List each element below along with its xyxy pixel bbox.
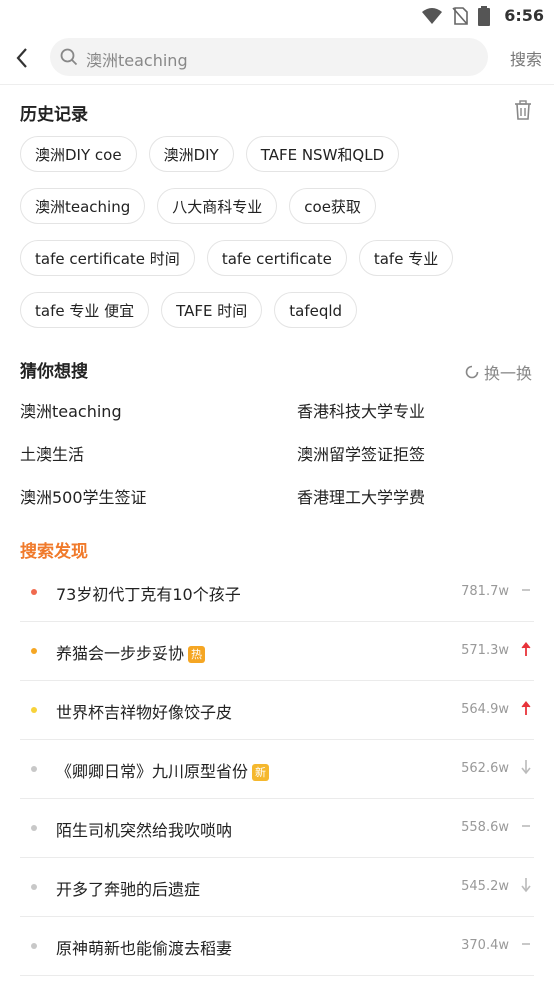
history-tag[interactable]: tafe certificate <box>206 240 347 276</box>
guess-title: 猜你想搜 <box>20 362 88 382</box>
trend-item[interactable]: 世界杯吉祥物好像饺子皮 564.9w <box>20 681 534 740</box>
trend-text: 开多了奔驰的后遗症 <box>56 880 201 899</box>
heat-count: 781.7w <box>461 584 509 599</box>
history-tag[interactable]: tafe certificate 时间 <box>20 240 195 276</box>
guess-item[interactable]: 土澳生活 <box>20 441 297 464</box>
guess-item[interactable]: 澳洲留学签证拒签 <box>297 441 540 464</box>
trash-icon <box>515 100 531 120</box>
heat-count: 558.6w <box>461 820 509 835</box>
history-tag[interactable]: coe获取 <box>289 188 376 224</box>
rank-dot <box>31 648 37 654</box>
history-tag[interactable]: 澳洲DIY coe <box>20 136 137 172</box>
trend-item[interactable]: 开多了奔驰的后遗症 545.2w <box>20 858 534 917</box>
trend-text: 陌生司机突然给我吹唢呐 <box>56 821 233 840</box>
search-header: 澳洲teaching 搜索 <box>0 34 554 82</box>
refresh-button[interactable]: 换一换 <box>464 360 532 384</box>
history-tag[interactable]: tafeqld <box>274 292 358 328</box>
history-tag[interactable]: 八大商科专业 <box>157 188 278 224</box>
trend-item[interactable]: 原神萌新也能偷渡去稻妻 370.4w <box>20 917 534 976</box>
trend-text-wrap: 陌生司机突然给我吹唢呐 <box>56 817 232 841</box>
trend-item[interactable]: 73岁初代丁克有10个孩子 781.7w <box>20 563 534 622</box>
search-icon <box>60 48 78 66</box>
history-tag[interactable]: 澳洲DIY <box>148 136 234 172</box>
search-button[interactable]: 搜索 <box>510 46 542 70</box>
search-input[interactable]: 澳洲teaching <box>50 38 488 76</box>
trend-up-icon <box>521 701 531 715</box>
trend-text: 《卿卿日常》九川原型省份 <box>56 762 249 781</box>
rank-dot <box>31 589 37 595</box>
trend-item[interactable]: 养猫会一步步妥协热 571.3w <box>20 622 534 681</box>
trend-flat-icon <box>522 825 530 827</box>
status-icons <box>422 6 490 26</box>
trend-up-icon <box>521 642 531 656</box>
history-tag[interactable]: 澳洲teaching <box>20 188 146 224</box>
rank-dot <box>31 825 37 831</box>
trend-down-icon <box>521 878 531 893</box>
history-row: tafe certificate 时间 tafe certificate taf… <box>20 240 540 276</box>
guess-list: 澳洲teaching 香港科技大学专业 土澳生活 澳洲留学签证拒签 澳洲500学… <box>20 398 540 507</box>
rank-dot <box>31 766 37 772</box>
guess-item[interactable]: 澳洲500学生签证 <box>20 484 297 507</box>
status-time: 6:56 <box>504 6 544 25</box>
trend-text: 73岁初代丁克有10个孩子 <box>56 585 241 604</box>
wifi-icon <box>422 8 442 24</box>
trend-down-icon <box>521 760 531 775</box>
new-badge: 新 <box>252 764 270 781</box>
heat-count: 571.3w <box>461 643 509 658</box>
refresh-icon <box>465 365 479 379</box>
trend-text-wrap: 开多了奔驰的后遗症 <box>56 876 200 900</box>
trend-text-wrap: 世界杯吉祥物好像饺子皮 <box>56 699 232 723</box>
hot-badge: 热 <box>188 646 206 663</box>
trend-text: 世界杯吉祥物好像饺子皮 <box>56 703 233 722</box>
trend-text-wrap: 73岁初代丁克有10个孩子 <box>56 581 241 605</box>
history-tag[interactable]: TAFE 时间 <box>161 292 263 328</box>
history-tag[interactable]: tafe 专业 <box>358 240 454 276</box>
heat-count: 564.9w <box>461 702 509 717</box>
status-bar: 6:56 <box>0 0 554 32</box>
back-button[interactable] <box>12 44 34 72</box>
history-tags: 澳洲DIY coe 澳洲DIY TAFE NSW和QLD 澳洲teaching … <box>20 136 540 344</box>
trend-text-wrap: 《卿卿日常》九川原型省份新 <box>56 758 270 782</box>
history-row: tafe 专业 便宜 TAFE 时间 tafeqld <box>20 292 540 328</box>
trend-flat-icon <box>522 943 530 945</box>
guess-item[interactable]: 澳洲teaching <box>20 398 297 421</box>
battery-icon <box>478 6 490 26</box>
history-row: 澳洲DIY coe 澳洲DIY TAFE NSW和QLD <box>20 136 540 172</box>
history-row: 澳洲teaching 八大商科专业 coe获取 <box>20 188 540 224</box>
trend-item[interactable]: 《卿卿日常》九川原型省份新 562.6w <box>20 740 534 799</box>
refresh-label: 换一换 <box>483 364 532 383</box>
search-query: 澳洲teaching <box>86 51 188 70</box>
trend-flat-icon <box>522 589 530 591</box>
rank-dot <box>31 943 37 949</box>
trend-item[interactable]: 陌生司机突然给我吹唢呐 558.6w <box>20 799 534 858</box>
rank-dot <box>31 707 37 713</box>
rank-dot <box>31 884 37 890</box>
trend-list: 73岁初代丁克有10个孩子 781.7w 养猫会一步步妥协热 571.3w 世界杯吉祥物… <box>20 563 534 976</box>
guess-item[interactable]: 香港理工大学学费 <box>297 484 540 507</box>
heat-count: 370.4w <box>461 938 509 953</box>
discover-title: 搜索发现 <box>20 542 88 562</box>
history-tag[interactable]: TAFE NSW和QLD <box>245 136 400 172</box>
header-divider <box>0 84 554 85</box>
back-arrow-icon <box>16 48 27 68</box>
history-tag[interactable]: tafe 专业 便宜 <box>20 292 150 328</box>
trend-text-wrap: 原神萌新也能偷渡去稻妻 <box>56 935 232 959</box>
guess-item[interactable]: 香港科技大学专业 <box>297 398 540 421</box>
heat-count: 562.6w <box>461 761 509 776</box>
trend-text-wrap: 养猫会一步步妥协热 <box>56 640 206 664</box>
no-sim-icon <box>452 7 468 25</box>
trend-text: 原神萌新也能偷渡去稻妻 <box>56 939 233 958</box>
trend-text: 养猫会一步步妥协 <box>56 644 185 663</box>
history-title: 历史记录 <box>20 105 88 125</box>
heat-count: 545.2w <box>461 879 509 894</box>
clear-history-button[interactable] <box>514 100 532 124</box>
